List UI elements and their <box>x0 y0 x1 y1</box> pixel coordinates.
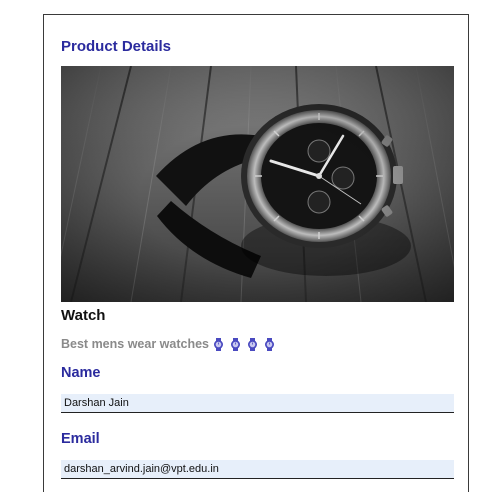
email-label: Email <box>61 431 100 447</box>
watch-icon <box>265 337 274 351</box>
page-title: Product Details <box>61 38 172 55</box>
product-image <box>61 66 454 302</box>
watch-icon <box>231 337 240 351</box>
product-name: Watch <box>61 307 106 324</box>
watch-icon <box>214 337 223 351</box>
watch-icon <box>248 337 257 351</box>
name-label: Name <box>61 365 101 381</box>
email-field[interactable] <box>61 460 454 479</box>
name-field[interactable] <box>61 394 454 413</box>
rating <box>213 337 275 351</box>
product-description: Best mens wear watches <box>61 337 275 351</box>
description-text: Best mens wear watches <box>61 337 209 351</box>
product-details-panel: Product Details Watch Best mens wear wat… <box>43 14 469 492</box>
